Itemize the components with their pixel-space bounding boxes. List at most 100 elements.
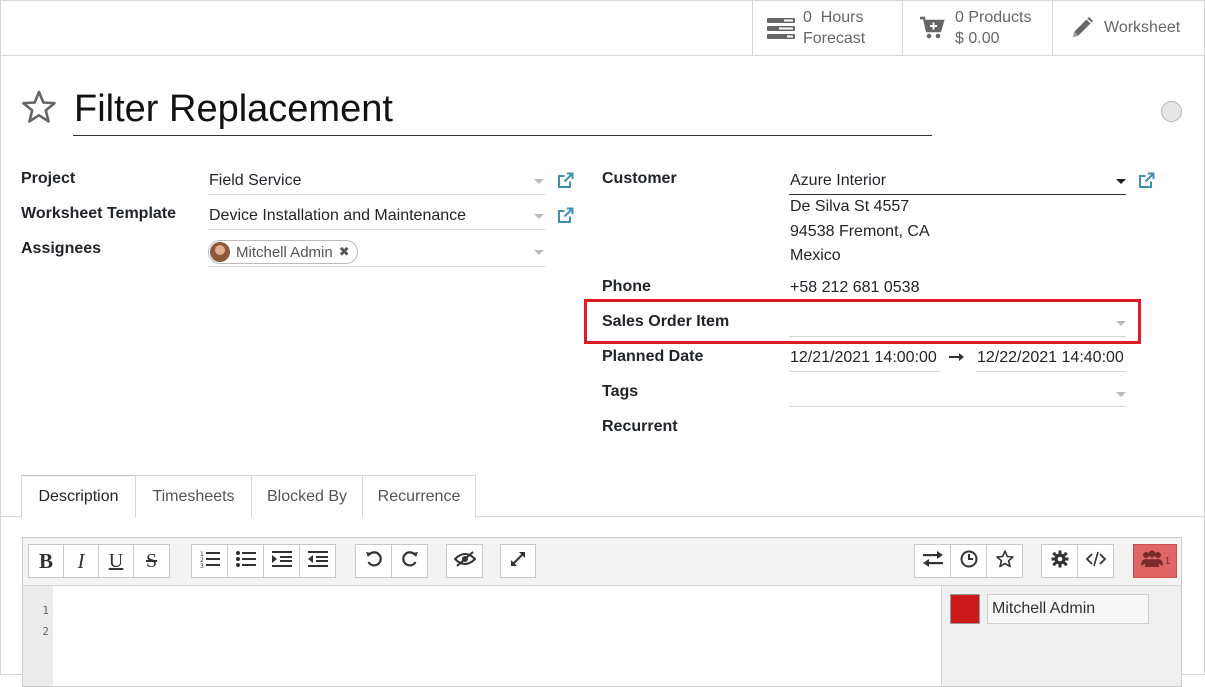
indent-icon	[271, 550, 292, 573]
customer-field[interactable]: Azure Interior	[790, 172, 886, 190]
highlight-box	[584, 299, 1141, 344]
project-label: Project	[21, 170, 76, 187]
eye-slash-icon	[453, 550, 476, 572]
settings-button[interactable]	[1041, 544, 1078, 578]
customer-address-line1: De Silva St 4557	[790, 198, 910, 215]
chevron-down-icon[interactable]	[1116, 179, 1126, 184]
external-link-icon[interactable]	[1138, 172, 1155, 189]
description-editor: B I U S 123 1 1 2 Mitchell Admin	[22, 537, 1182, 687]
products-amount: $ 0.00	[955, 29, 1000, 47]
template-underline	[208, 229, 545, 230]
planned-end-field[interactable]: 12/22/2021 14:40:00	[977, 349, 1126, 367]
history-button[interactable]	[950, 544, 987, 578]
cart-plus-icon	[919, 16, 945, 40]
worksheet-template-field[interactable]: Device Installation and Maintenance	[209, 207, 466, 225]
assignees-label: Assignees	[21, 240, 102, 257]
hours-label: Hours	[820, 8, 864, 26]
tags-field[interactable]	[789, 406, 1126, 407]
expand-icon	[510, 551, 526, 572]
remove-tag-icon[interactable]: ✖	[339, 244, 350, 260]
planned-start-underline	[789, 371, 940, 372]
worksheet-button[interactable]: Worksheet	[1052, 0, 1204, 55]
line-number: 2	[42, 625, 49, 638]
collaborators-button[interactable]: 1	[1133, 544, 1177, 578]
project-field[interactable]: Field Service	[209, 172, 301, 190]
assignee-tag[interactable]: Mitchell Admin ✖	[208, 240, 358, 264]
worksheet-label: Worksheet	[1104, 18, 1181, 36]
customer-address-line3: Mexico	[790, 247, 841, 264]
collaborator-name: Mitchell Admin	[987, 594, 1149, 624]
clock-icon	[960, 550, 978, 573]
planned-start-field[interactable]: 12/21/2021 14:00:00	[790, 349, 940, 367]
collaborator-panel: Mitchell Admin	[941, 586, 1181, 686]
collaborator-count: 1	[1164, 555, 1171, 567]
hours-value: 0	[803, 8, 812, 26]
assignee-tag-label: Mitchell Admin	[236, 243, 333, 261]
italic-button[interactable]: I	[63, 544, 99, 578]
tab-recurrence[interactable]: Recurrence	[362, 475, 476, 517]
task-title-input[interactable]: Filter Replacement	[73, 84, 932, 136]
external-link-icon[interactable]	[557, 207, 574, 224]
chevron-down-icon[interactable]	[534, 179, 544, 184]
collaborator-color-swatch	[950, 594, 980, 624]
tab-description[interactable]: Description	[21, 475, 136, 518]
pencil-icon	[1070, 16, 1094, 40]
redo-button[interactable]	[391, 544, 428, 578]
phone-label: Phone	[602, 278, 651, 295]
tags-label: Tags	[602, 383, 639, 400]
bold-button[interactable]: B	[28, 544, 64, 578]
planned-end-underline	[976, 371, 1126, 372]
gear-icon	[1051, 550, 1069, 573]
unordered-list-icon	[235, 550, 256, 573]
exchange-icon	[922, 550, 943, 572]
line-number: 1	[42, 604, 49, 617]
chevron-down-icon[interactable]	[534, 214, 544, 219]
forecast-hours-button[interactable]: 0 Hours Forecast	[752, 0, 903, 55]
code-view-button[interactable]	[1077, 544, 1114, 578]
strikethrough-button[interactable]: S	[133, 544, 170, 578]
ordered-list-icon: 123	[200, 550, 220, 573]
planned-date-label: Planned Date	[602, 348, 704, 365]
arrow-right-icon	[948, 350, 966, 369]
toggle-visibility-button[interactable]	[446, 544, 483, 578]
tab-timesheets[interactable]: Timesheets	[135, 475, 252, 517]
customer-underline	[789, 194, 1126, 195]
products-button[interactable]: 0 Products $ 0.00	[902, 0, 1053, 55]
editor-toolbar: B I U S 123 1	[23, 538, 1181, 586]
redo-icon	[401, 550, 419, 573]
indent-button[interactable]	[263, 544, 300, 578]
ordered-list-button[interactable]: 123	[191, 544, 228, 578]
line-number-gutter: 1 2	[23, 586, 53, 686]
swap-button[interactable]	[914, 544, 951, 578]
star-icon	[995, 549, 1014, 573]
kanban-state-indicator[interactable]	[1161, 101, 1182, 122]
outdent-button[interactable]	[299, 544, 336, 578]
project-underline	[208, 194, 545, 195]
products-label: Products	[968, 8, 1032, 26]
underline-button[interactable]: U	[98, 544, 134, 578]
avatar	[210, 242, 230, 262]
tasks-icon	[767, 16, 795, 40]
recurrent-label: Recurrent	[602, 418, 678, 435]
hours-sub-label: Forecast	[803, 29, 866, 47]
undo-button[interactable]	[355, 544, 392, 578]
chevron-down-icon[interactable]	[534, 250, 544, 255]
stat-button-bar: 0 Hours Forecast 0 Products $ 0.00 Works…	[0, 0, 1205, 56]
products-value: 0	[955, 8, 964, 26]
users-icon	[1140, 549, 1164, 573]
customer-address-line2: 94538 Fremont, CA	[790, 223, 930, 240]
unordered-list-button[interactable]	[227, 544, 264, 578]
outdent-icon	[307, 550, 328, 573]
star-icon[interactable]	[21, 90, 57, 129]
code-icon	[1085, 551, 1106, 572]
phone-field: +58 212 681 0538	[790, 279, 920, 296]
code-editor-area[interactable]	[53, 586, 941, 686]
fullscreen-button[interactable]	[500, 544, 536, 578]
worksheet-template-label: Worksheet Template	[21, 205, 177, 222]
external-link-icon[interactable]	[557, 172, 574, 189]
chevron-down-icon[interactable]	[1116, 392, 1126, 397]
svg-text:3: 3	[200, 563, 204, 568]
favorite-button[interactable]	[986, 544, 1023, 578]
assignees-underline	[208, 266, 545, 267]
tab-blocked-by[interactable]: Blocked By	[251, 475, 363, 517]
